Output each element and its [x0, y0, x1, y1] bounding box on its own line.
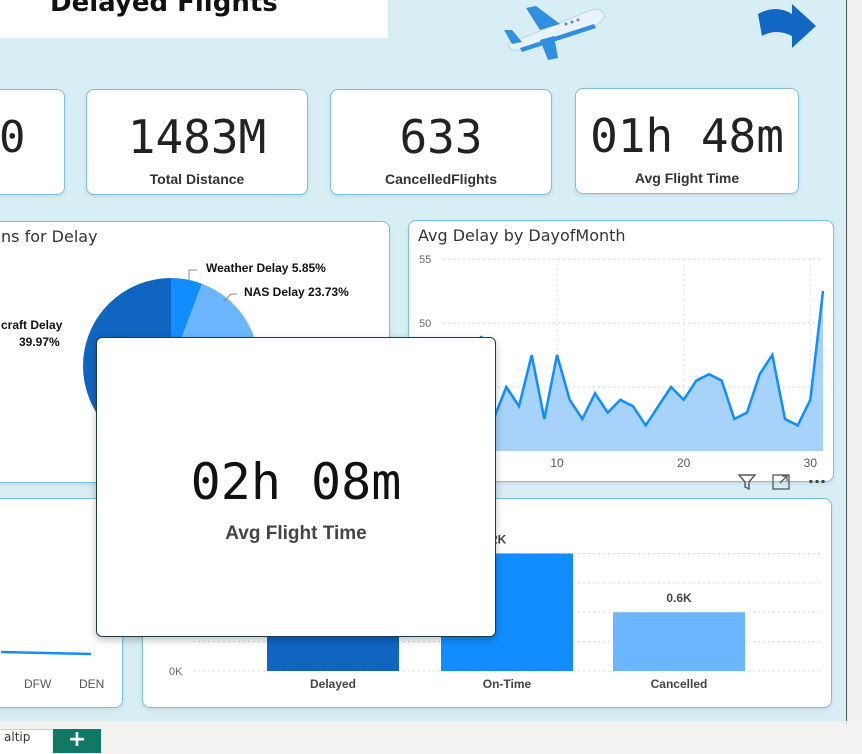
page-title: Delayed Flights [50, 0, 278, 18]
more-options-icon[interactable]: ··· [804, 471, 830, 493]
y-tick-label: 0K [169, 666, 183, 678]
vertical-scrollbar[interactable] [848, 0, 862, 721]
kpi-label: Total Distance [149, 171, 245, 187]
report-canvas: Delayed Flights 0 1483M Total Distance 6… [0, 0, 848, 721]
pie-label-weather-pct: 5.85% [291, 261, 326, 275]
kpi-card-0: 0 [0, 89, 65, 195]
pie-label-aircraft-name: craft Delay [1, 318, 63, 332]
kpi-card-cancelled-flights: 633 CancelledFlights [330, 89, 552, 195]
kpi-value: 01h 48m [590, 109, 784, 163]
filter-icon[interactable] [734, 473, 760, 495]
x-tick-label: Cancelled [651, 677, 708, 691]
pie-label-nas: NAS Delay 23.73% [244, 285, 349, 299]
airplane-icon [504, 6, 605, 60]
page-tab-tooltip[interactable]: altip [0, 729, 52, 754]
pie-label-nas-name: NAS Delay [244, 285, 305, 299]
x-tick-label: On-Time [483, 677, 532, 691]
pie-label-aircraft-pct: 39.97% [19, 335, 60, 349]
area-series-fill [481, 291, 823, 451]
kpi-value: 633 [399, 110, 483, 164]
x-tick-label: 30 [804, 456, 818, 470]
tooltip-value: 02h 08m [190, 453, 402, 511]
data-label: 0.6K [666, 591, 692, 605]
x-tick-label: DFW [24, 677, 52, 691]
add-page-button[interactable]: + [53, 729, 101, 753]
x-tick-label: DEN [79, 677, 105, 691]
page-tab-bar: altip + [0, 721, 862, 754]
kpi-label: Avg Flight Time [634, 170, 740, 186]
kpi-label: CancelledFlights [384, 171, 498, 187]
pie-label-weather-name: Weather Delay [206, 261, 289, 275]
pie-label-nas-pct: 23.73% [308, 285, 349, 299]
canvas-border [846, 0, 847, 721]
y-tick-label: 55 [419, 254, 431, 266]
panel-title: ns for Delay [1, 227, 98, 246]
x-tick-label: Delayed [310, 677, 356, 691]
kpi-value: 0 [0, 112, 26, 163]
focus-mode-icon[interactable] [768, 473, 794, 495]
next-page-arrow-icon[interactable] [756, 2, 818, 50]
tooltip-label: Avg Flight Time [225, 523, 367, 544]
y-tick-label: 50 [419, 318, 431, 330]
x-tick-label: 20 [677, 456, 691, 470]
kpi-card-avg-flight-time: 01h 48m Avg Flight Time [575, 88, 799, 194]
x-tick-label: 10 [550, 456, 564, 470]
bar-cancelled [613, 612, 745, 671]
kpi-card-total-distance: 1483M Total Distance [86, 89, 308, 195]
kpi-value: 1483M [127, 110, 267, 164]
pie-label-weather: Weather Delay 5.85% [206, 261, 326, 275]
tooltip-card: 02h 08m Avg Flight Time [96, 337, 496, 637]
